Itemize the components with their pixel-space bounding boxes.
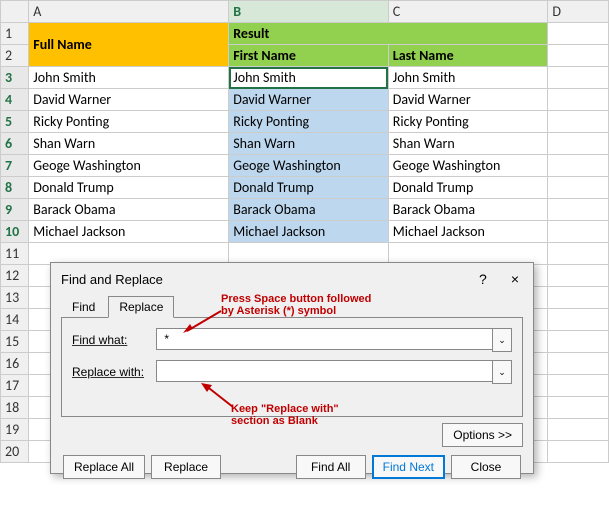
cell-firstname[interactable]: John Smith [229, 67, 389, 89]
row-header[interactable]: 2 [1, 45, 29, 67]
cell-fullname[interactable]: Donald Trump [29, 177, 229, 199]
row-header[interactable]: 4 [1, 89, 29, 111]
cell-empty[interactable] [548, 177, 609, 199]
row-header[interactable]: 9 [1, 199, 29, 221]
options-button[interactable]: Options >> [442, 423, 523, 447]
help-icon[interactable]: ? [475, 271, 491, 287]
cell-firstname[interactable]: Barack Obama [229, 199, 389, 221]
cell-fullname[interactable]: Geoge Washington [29, 155, 229, 177]
cell-empty[interactable] [548, 45, 609, 67]
cell-fullname[interactable]: David Warner [29, 89, 229, 111]
cell-empty[interactable] [548, 23, 609, 45]
cell-firstname[interactable]: Ricky Ponting [229, 111, 389, 133]
cell-empty[interactable] [548, 287, 609, 309]
cell-empty[interactable] [548, 375, 609, 397]
row-header[interactable]: 5 [1, 111, 29, 133]
replace-with-dropdown-icon[interactable]: ⌄ [492, 360, 512, 384]
cell-firstname[interactable]: David Warner [229, 89, 389, 111]
row-header[interactable]: 13 [1, 287, 29, 309]
cell-empty[interactable] [548, 89, 609, 111]
cell-empty[interactable] [548, 331, 609, 353]
cell-firstname[interactable]: Shan Warn [229, 133, 389, 155]
find-next-button[interactable]: Find Next [372, 455, 445, 479]
close-button[interactable]: Close [451, 455, 521, 479]
cell-firstname[interactable]: Geoge Washington [229, 155, 389, 177]
find-replace-dialog: Find and Replace ? × Find Replace Press … [50, 262, 534, 474]
row-header[interactable]: 19 [1, 419, 29, 441]
cell-empty[interactable] [548, 111, 609, 133]
row-header[interactable]: 6 [1, 133, 29, 155]
cell-lastname[interactable]: Barack Obama [388, 199, 548, 221]
cell-empty[interactable] [548, 67, 609, 89]
cell-lastname[interactable]: John Smith [388, 67, 548, 89]
replace-with-label: Replace with: [72, 365, 150, 379]
row-header[interactable]: 15 [1, 331, 29, 353]
cell-lastname[interactable]: Shan Warn [388, 133, 548, 155]
cell-fullname[interactable]: Shan Warn [29, 133, 229, 155]
col-header-d[interactable]: D [548, 1, 609, 23]
cell-fullname[interactable]: Michael Jackson [29, 221, 229, 243]
find-what-label: Find what: [72, 333, 150, 347]
col-header-a[interactable]: A [29, 1, 229, 23]
header-fullname[interactable]: Full Name [29, 23, 229, 67]
header-firstname[interactable]: First Name [229, 45, 389, 67]
cell-empty[interactable] [548, 265, 609, 287]
cell-fullname[interactable]: Barack Obama [29, 199, 229, 221]
tab-find[interactable]: Find [61, 296, 106, 318]
row-header[interactable]: 10 [1, 221, 29, 243]
row-header[interactable]: 17 [1, 375, 29, 397]
find-all-button[interactable]: Find All [296, 455, 366, 479]
row-header[interactable]: 18 [1, 397, 29, 419]
cell-empty[interactable] [548, 353, 609, 375]
find-what-dropdown-icon[interactable]: ⌄ [492, 328, 512, 352]
cell-lastname[interactable]: Donald Trump [388, 177, 548, 199]
row-header[interactable]: 1 [1, 23, 29, 45]
cell-empty[interactable] [548, 133, 609, 155]
row-header[interactable]: 14 [1, 309, 29, 331]
cell-empty[interactable] [548, 199, 609, 221]
row-header[interactable]: 20 [1, 441, 29, 463]
col-header-c[interactable]: C [388, 1, 548, 23]
header-lastname[interactable]: Last Name [388, 45, 548, 67]
dialog-title: Find and Replace [61, 272, 163, 287]
cell-empty[interactable] [548, 221, 609, 243]
cell-empty[interactable] [548, 243, 609, 265]
row-header[interactable]: 7 [1, 155, 29, 177]
row-header[interactable]: 16 [1, 353, 29, 375]
cell-empty[interactable] [548, 309, 609, 331]
cell-lastname[interactable]: Michael Jackson [388, 221, 548, 243]
cell-empty[interactable] [548, 419, 609, 441]
row-header[interactable]: 12 [1, 265, 29, 287]
cell-empty[interactable] [548, 441, 609, 463]
cell-empty[interactable] [548, 397, 609, 419]
row-header[interactable]: 8 [1, 177, 29, 199]
tab-replace[interactable]: Replace [108, 296, 174, 318]
cell-lastname[interactable]: Ricky Ponting [388, 111, 548, 133]
cell-firstname[interactable]: Michael Jackson [229, 221, 389, 243]
col-header-b[interactable]: B [229, 1, 389, 23]
cell-fullname[interactable]: Ricky Ponting [29, 111, 229, 133]
row-header[interactable]: 11 [1, 243, 29, 265]
select-all-corner[interactable] [1, 1, 29, 23]
replace-button[interactable]: Replace [151, 455, 221, 479]
cell-fullname[interactable]: John Smith [29, 67, 229, 89]
cell-lastname[interactable]: David Warner [388, 89, 548, 111]
row-header[interactable]: 3 [1, 67, 29, 89]
header-result[interactable]: Result [229, 23, 548, 45]
replace-all-button[interactable]: Replace All [63, 455, 145, 479]
find-what-input[interactable] [156, 328, 492, 350]
close-icon[interactable]: × [507, 271, 523, 287]
replace-panel: Find what: ⌄ Replace with: ⌄ [61, 317, 523, 417]
cell-firstname[interactable]: Donald Trump [229, 177, 389, 199]
replace-with-input[interactable] [156, 360, 492, 382]
cell-empty[interactable] [548, 155, 609, 177]
cell-lastname[interactable]: Geoge Washington [388, 155, 548, 177]
dialog-titlebar[interactable]: Find and Replace ? × [51, 263, 533, 291]
